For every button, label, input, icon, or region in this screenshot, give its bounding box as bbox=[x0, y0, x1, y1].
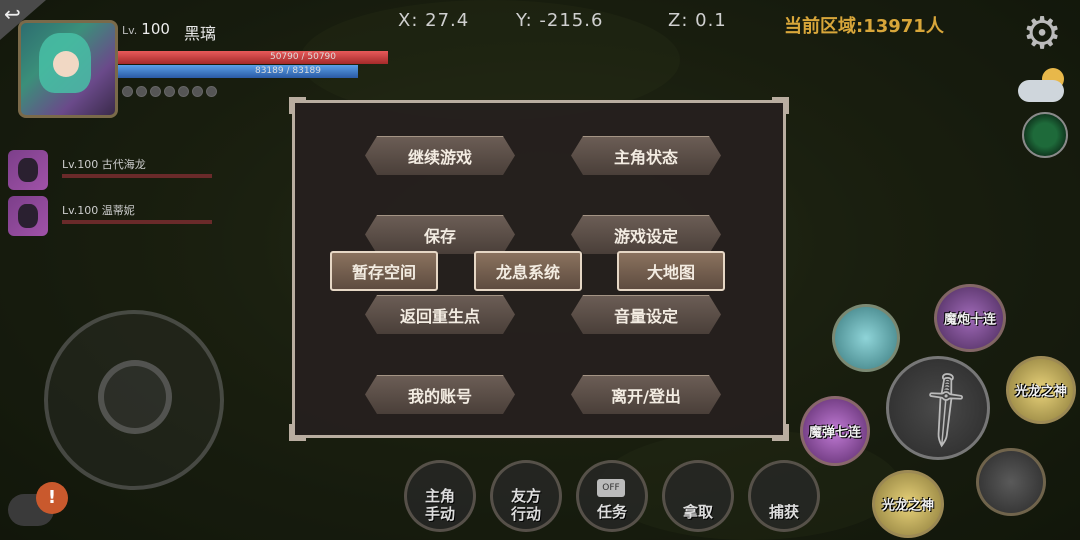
panel-corner bbox=[772, 424, 789, 441]
hero-manual-line1: 主角 bbox=[424, 487, 455, 505]
task-button[interactable]: OFF 任务 bbox=[576, 460, 648, 532]
party-member-hp-bar bbox=[62, 174, 212, 178]
coord-x: X: 27.4 bbox=[398, 10, 470, 31]
pickup-button[interactable]: 拿取 bbox=[662, 460, 734, 532]
chat-alert-badge[interactable]: ! bbox=[36, 482, 68, 514]
status-dot bbox=[136, 86, 147, 97]
avatar-face bbox=[53, 51, 79, 77]
world-map-button[interactable]: 大地图 bbox=[617, 251, 725, 291]
party-member-portrait bbox=[8, 150, 48, 190]
player-level: Lv. 100 bbox=[122, 20, 170, 38]
joystick-knob[interactable] bbox=[98, 360, 172, 434]
hero-status-button[interactable]: 主角状态 bbox=[571, 136, 721, 175]
skill-light-dragon-label: 光龙之神 bbox=[1014, 384, 1067, 400]
hero-manual-button[interactable]: 主角 手动 bbox=[404, 460, 476, 532]
status-dot bbox=[164, 86, 175, 97]
pause-menu-panel: 继续游戏 主角状态 保存 游戏设定 返回重生点 音量设定 我的账号 离开/登出 … bbox=[289, 97, 789, 441]
task-label: 任务 bbox=[596, 503, 627, 521]
skill-beast-button[interactable] bbox=[976, 448, 1046, 516]
settings-gear-icon[interactable]: ⚙ bbox=[1018, 10, 1066, 58]
volume-settings-button[interactable]: 音量设定 bbox=[571, 295, 721, 334]
hp-text: 50790 / 50790 bbox=[269, 52, 336, 62]
party-member-portrait bbox=[8, 196, 48, 236]
party-member-label: Lv.100 古代海龙 bbox=[62, 158, 146, 171]
storage-space-button[interactable]: 暂存空间 bbox=[330, 251, 438, 291]
hero-manual-line2: 手动 bbox=[424, 505, 455, 523]
coord-z: Z: 0.1 bbox=[668, 10, 727, 31]
status-dot bbox=[178, 86, 189, 97]
pickup-label: 拿取 bbox=[682, 503, 713, 521]
cloud-icon bbox=[1018, 80, 1064, 102]
mp-text: 83189 / 83189 bbox=[254, 66, 321, 76]
save-button[interactable]: 保存 bbox=[365, 215, 515, 254]
status-dot bbox=[150, 86, 161, 97]
panel-corner bbox=[289, 97, 306, 114]
ally-action-button[interactable]: 友方 行动 bbox=[490, 460, 562, 532]
skill-bullet-button[interactable]: 魔弹七连 bbox=[800, 396, 870, 466]
skill-bullet-label: 魔弹七连 bbox=[808, 425, 861, 441]
game-settings-button[interactable]: 游戏设定 bbox=[571, 215, 721, 254]
attack-sword-button[interactable]: 🗡 bbox=[886, 356, 991, 460]
player-name: 黑璃 bbox=[184, 24, 217, 43]
status-orb[interactable] bbox=[1022, 112, 1068, 158]
capture-button[interactable]: 捕获 bbox=[748, 460, 820, 532]
level-value: 100 bbox=[141, 20, 170, 38]
skill-cannon-button[interactable]: 魔炮十连 bbox=[934, 284, 1006, 352]
level-prefix: Lv. bbox=[122, 24, 138, 37]
skill-ice-button[interactable] bbox=[832, 304, 900, 372]
panel-corner bbox=[289, 424, 306, 441]
dragon-breath-button[interactable]: 龙息系统 bbox=[474, 251, 582, 291]
party-member-hp-bar bbox=[62, 220, 212, 224]
skill-light-dragon-button[interactable]: 光龙之神 bbox=[1006, 356, 1076, 424]
hp-bar: 50790 / 50790 bbox=[118, 51, 388, 64]
logout-button[interactable]: 离开/登出 bbox=[571, 375, 721, 414]
party-member-1[interactable]: Lv.100 古代海龙 bbox=[8, 150, 228, 190]
party-member-label: Lv.100 温蒂妮 bbox=[62, 204, 135, 217]
weather-icon bbox=[1014, 64, 1070, 108]
continue-game-button[interactable]: 继续游戏 bbox=[365, 136, 515, 175]
status-dot bbox=[122, 86, 133, 97]
status-dot bbox=[192, 86, 203, 97]
back-arrow-icon: ↩ bbox=[4, 2, 21, 26]
my-account-button[interactable]: 我的账号 bbox=[365, 375, 515, 414]
skill-light-dragon-2-label: 光龙之神 bbox=[881, 498, 934, 514]
mp-bar: 83189 / 83189 bbox=[118, 65, 358, 78]
skill-cannon-label: 魔炮十连 bbox=[943, 312, 996, 328]
coord-y: Y: -215.6 bbox=[516, 10, 604, 31]
respawn-button[interactable]: 返回重生点 bbox=[365, 295, 515, 334]
status-dot bbox=[206, 86, 217, 97]
capture-label: 捕获 bbox=[768, 503, 799, 521]
status-dots bbox=[122, 86, 217, 97]
ally-action-line2: 行动 bbox=[510, 505, 541, 523]
skill-light-dragon-2-button[interactable]: 光龙之神 bbox=[872, 470, 944, 538]
panel-corner bbox=[772, 97, 789, 114]
party-member-2[interactable]: Lv.100 温蒂妮 bbox=[8, 196, 228, 236]
region-population: 当前区域:13971人 bbox=[784, 16, 944, 37]
player-avatar[interactable] bbox=[18, 20, 118, 118]
ally-action-line1: 友方 bbox=[510, 487, 541, 505]
task-off-toggle[interactable]: OFF bbox=[597, 479, 625, 497]
